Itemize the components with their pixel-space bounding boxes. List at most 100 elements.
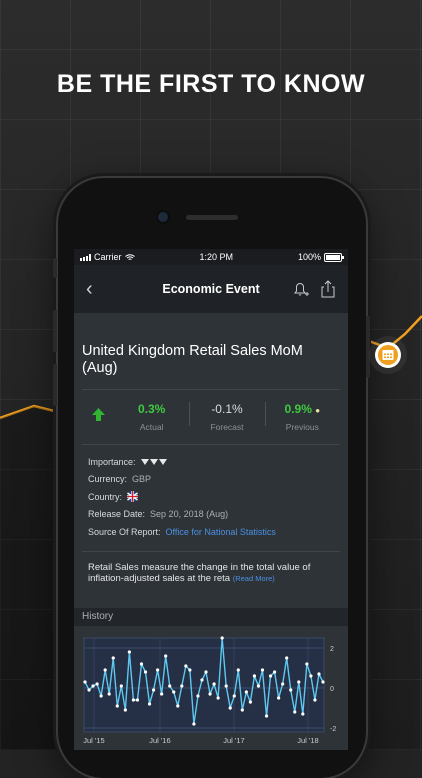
stat-previous: 0.9% ● Previous xyxy=(264,398,340,432)
history-header: History xyxy=(74,607,348,626)
previous-value-wrap: 0.9% ● xyxy=(265,398,340,416)
wifi-icon xyxy=(124,253,135,260)
chart-point xyxy=(192,721,196,726)
chart-point xyxy=(252,673,257,678)
event-description: Retail Sales measure the change in the t… xyxy=(82,552,340,602)
stat-actual: 0.3% Actual xyxy=(114,398,189,432)
source-label: Source Of Report: xyxy=(88,526,161,537)
chart-point xyxy=(172,689,176,694)
revised-dot-icon: ● xyxy=(315,406,321,415)
event-info: Importance: Currency: GBP Country: Relea… xyxy=(82,445,340,545)
chart-x-tick-label: Jul '16 xyxy=(149,736,170,745)
nav-bar: ‹ Economic Event xyxy=(74,265,348,313)
source-row: Source Of Report: Office for National St… xyxy=(88,523,334,541)
battery-percent: 100% xyxy=(297,252,321,262)
chart-point xyxy=(228,705,232,710)
chart-point xyxy=(208,691,212,696)
history-chart: 2 0 -2 Jul '15 Jul '16 Jul '17 Jul '18 xyxy=(83,635,336,745)
chart-point xyxy=(164,653,168,658)
bell-add-icon[interactable] xyxy=(292,280,310,298)
chart-point xyxy=(188,667,192,672)
chart-point xyxy=(176,703,180,708)
chart-point xyxy=(103,667,107,672)
chart-point xyxy=(123,707,127,712)
chart-point xyxy=(131,697,136,702)
chart-point xyxy=(143,669,148,674)
stat-forecast: -0.1% Forecast xyxy=(189,398,264,432)
clock: 1:20 PM xyxy=(199,252,233,262)
headline: BE THE FIRST TO KNOW xyxy=(56,70,366,98)
chart-point xyxy=(83,679,87,684)
chart-point xyxy=(305,661,309,666)
chart-y-tick-label: 2 xyxy=(330,646,334,653)
chart-point xyxy=(212,681,216,686)
chart-point xyxy=(160,691,164,696)
chart-point xyxy=(200,677,204,682)
chart-point xyxy=(272,669,277,674)
chart-point xyxy=(293,709,297,714)
mute-switch xyxy=(53,258,57,278)
app-screen: Carrier 1:20 PM 100% ‹ Economic Event Un… xyxy=(74,249,348,750)
chart-point xyxy=(220,635,224,640)
chart-point xyxy=(119,683,123,688)
back-icon[interactable]: ‹ xyxy=(86,278,93,301)
chart-point xyxy=(256,683,261,688)
chart-point xyxy=(309,673,313,678)
chart-point xyxy=(260,667,265,672)
importance-row: Importance: xyxy=(88,453,334,471)
chart-point xyxy=(139,661,144,666)
currency-value: GBP xyxy=(132,474,152,485)
uk-flag-icon xyxy=(127,491,139,503)
chart-point xyxy=(317,671,321,676)
event-stats: 0.3% Actual -0.1% Forecast 0.9% ● Previo… xyxy=(82,398,340,444)
chart-point xyxy=(313,697,317,702)
chart-y-tick-label: -2 xyxy=(330,726,336,733)
chart-point xyxy=(87,687,91,692)
chart-point xyxy=(297,679,301,684)
chart-point xyxy=(99,693,103,698)
forecast-label: Forecast xyxy=(210,422,244,432)
battery-icon xyxy=(323,252,344,262)
country-row: Country: xyxy=(88,488,334,506)
chart-point xyxy=(91,683,95,688)
chart-point xyxy=(277,695,281,700)
chart-point xyxy=(236,667,240,672)
chart-x-tick-label: Jul '17 xyxy=(223,736,244,745)
share-icon[interactable] xyxy=(320,279,336,299)
read-more-link[interactable]: (Read More) xyxy=(233,574,275,583)
chart-point xyxy=(107,691,111,696)
release-row: Release Date: Sep 20, 2018 (Aug) xyxy=(88,506,334,524)
volume-down-button xyxy=(53,364,57,406)
carrier-label: Carrier xyxy=(94,252,122,262)
importance-label: Importance: xyxy=(88,456,136,467)
status-bar: Carrier 1:20 PM 100% xyxy=(74,249,348,265)
chart-point xyxy=(301,711,305,716)
chart-x-tick-label: Jul '18 xyxy=(297,736,318,745)
chart-point xyxy=(127,649,131,654)
chart-point xyxy=(281,681,285,686)
chart-point xyxy=(285,655,289,660)
calendar-icon xyxy=(382,350,394,360)
chart-x-tick-label: Jul '15 xyxy=(83,736,104,745)
chart-y-tick-label: 0 xyxy=(330,686,334,693)
chart-point xyxy=(151,687,156,692)
chart-point xyxy=(147,701,152,706)
chart-point xyxy=(268,673,273,678)
description-text: Retail Sales measure the change in the t… xyxy=(88,561,311,585)
calendar-badge xyxy=(369,336,407,374)
history-chart-panel: 2 0 -2 Jul '15 Jul '16 Jul '17 Jul '18 xyxy=(74,625,348,750)
actual-value: 0.3% xyxy=(137,402,166,416)
chart-point xyxy=(196,693,200,698)
chart-point xyxy=(248,699,252,704)
chart-point xyxy=(232,693,236,698)
volume-up-button xyxy=(53,310,57,352)
actual-label: Actual xyxy=(139,422,164,432)
release-label: Release Date: xyxy=(88,509,146,520)
chart-point xyxy=(224,683,228,688)
previous-label: Previous xyxy=(285,422,319,432)
chart-point xyxy=(156,667,160,672)
chart-point xyxy=(111,655,115,660)
importance-bulls-icon xyxy=(140,458,167,465)
chart-point xyxy=(95,681,99,686)
source-link[interactable]: Office for National Statistics xyxy=(166,527,276,537)
